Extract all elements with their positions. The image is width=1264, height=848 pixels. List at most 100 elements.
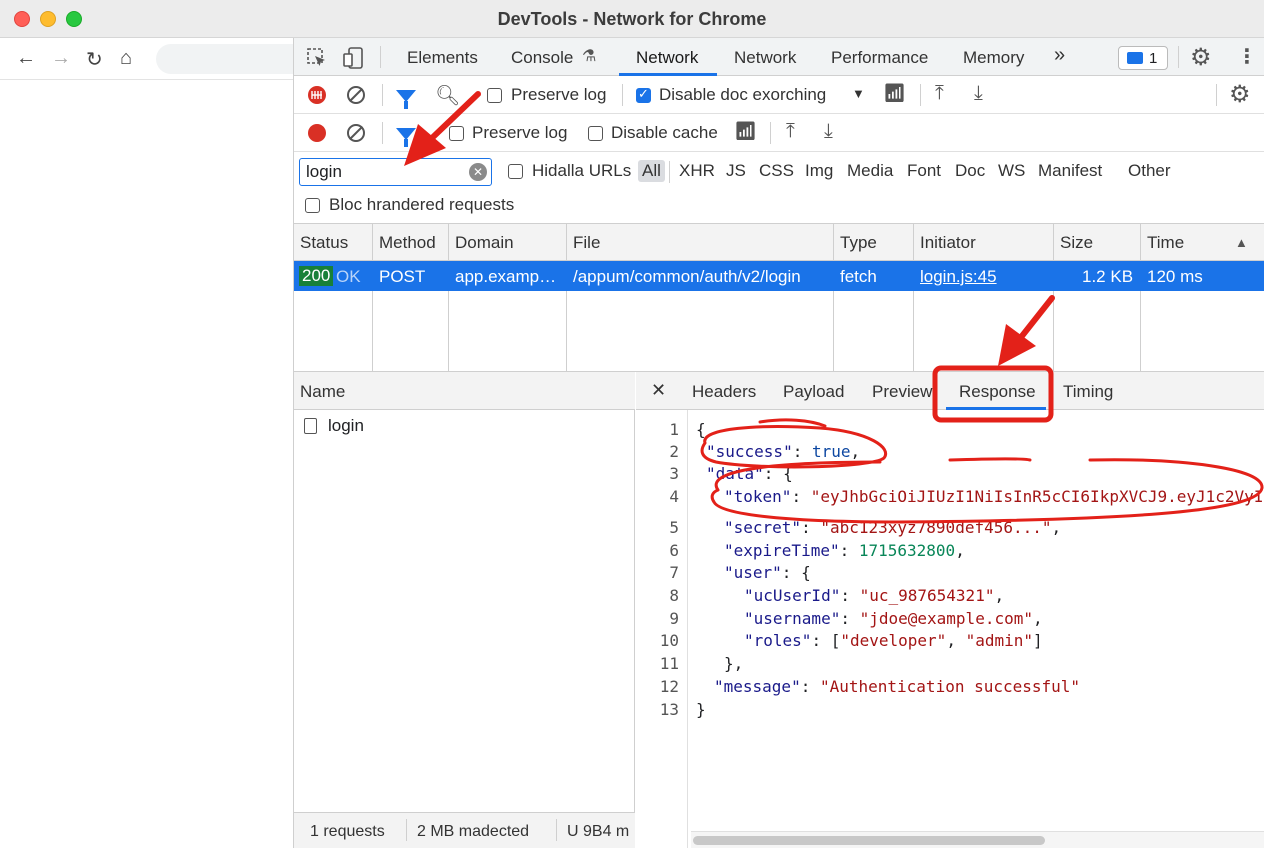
code-line: "message": "Authentication successful"	[714, 677, 1081, 696]
separator	[669, 161, 670, 183]
search-icon[interactable]: 🔍︎	[435, 83, 460, 108]
type-filter-css[interactable]: CSS	[757, 161, 796, 181]
json-value: "uc_987654321"	[859, 586, 995, 605]
record-icon[interactable]	[306, 84, 328, 106]
disable-cache-label: Disable doc exorching	[659, 85, 827, 104]
tab-timing[interactable]: Timing	[1063, 382, 1113, 402]
throttling-dropdown[interactable]: ▼	[852, 86, 865, 101]
type-filter-doc[interactable]: Doc	[953, 161, 987, 181]
window-title: DevTools - Network for Chrome	[497, 9, 767, 29]
name-column-header[interactable]: Name	[300, 382, 345, 402]
back-arrow-icon[interactable]: ←	[16, 47, 36, 70]
code-line: "secret": "abc123xyz7890def456...",	[724, 518, 1062, 537]
more-tabs-icon[interactable]: »	[1054, 44, 1065, 67]
json-value: "jdoe@example.com"	[859, 609, 1033, 628]
clear-icon[interactable]	[347, 124, 365, 142]
col-domain[interactable]: Domain	[455, 233, 514, 253]
brace: {	[696, 420, 706, 439]
filter-input[interactable]	[299, 158, 492, 186]
col-status[interactable]: Status	[300, 233, 348, 253]
forward-arrow-icon[interactable]: →	[51, 47, 71, 70]
horizontal-scrollbar[interactable]	[691, 831, 1264, 848]
type-filter-other[interactable]: Other	[1126, 161, 1173, 181]
request-time: 120 ms	[1147, 267, 1203, 286]
hide-data-urls-checkbox[interactable]	[508, 164, 523, 179]
blocked-requests-checkbox[interactable]	[305, 198, 320, 213]
table-row[interactable]: 200 OK POST app.examp… /appum/common/aut…	[294, 261, 1264, 291]
tab-preview[interactable]: Preview	[872, 382, 932, 402]
initiator-link[interactable]: login.js:45	[920, 267, 997, 287]
device-toolbar-icon[interactable]	[342, 46, 364, 70]
type-filter-xhr[interactable]: XHR	[677, 161, 717, 181]
filter-icon[interactable]	[396, 128, 416, 147]
separator	[920, 84, 921, 106]
brace: },	[724, 654, 744, 673]
tab-response[interactable]: Response	[959, 382, 1036, 402]
issues-badge[interactable]: 1	[1118, 46, 1168, 70]
filter-icon[interactable]	[396, 90, 416, 109]
file-icon	[304, 418, 317, 434]
network-conditions-icon[interactable]: 📶︎	[883, 83, 906, 104]
separator	[406, 819, 407, 841]
json-key: "message"	[714, 677, 801, 696]
json-key: "ucUserId"	[744, 586, 841, 605]
type-filter-manifest[interactable]: Manifest	[1036, 161, 1104, 181]
tab-payload[interactable]: Payload	[783, 382, 844, 402]
reload-icon[interactable]: ↻	[86, 47, 103, 72]
gear-icon[interactable]: ⚙	[1190, 43, 1212, 72]
col-file[interactable]: File	[573, 233, 600, 253]
disable-cache-checkbox[interactable]	[636, 86, 651, 103]
line-number: 3	[669, 464, 679, 483]
tab-network-2[interactable]: Network	[734, 48, 796, 68]
tab-console[interactable]: Console	[511, 48, 573, 68]
code-line: "ucUserId": "uc_987654321",	[744, 586, 1005, 605]
type-filter-js[interactable]: JS	[724, 161, 748, 181]
transferred-size: 2 MB mаdected	[417, 823, 530, 840]
network-settings-gear-icon[interactable]: ⚙	[1229, 80, 1251, 109]
request-type: fetch	[840, 267, 877, 286]
scrollbar-thumb[interactable]	[693, 836, 1045, 845]
tab-memory[interactable]: Memory	[963, 48, 1024, 68]
close-detail-icon[interactable]: ✕	[651, 380, 666, 401]
code-line: }	[696, 700, 706, 719]
home-icon[interactable]: ⌂	[120, 47, 132, 70]
separator	[1178, 46, 1179, 68]
json-key: "token"	[724, 487, 792, 506]
preserve-log-label: Preserve log	[511, 85, 607, 104]
col-method[interactable]: Method	[379, 233, 436, 253]
network-conditions-icon[interactable]: 📶︎	[734, 121, 757, 142]
json-key: "user"	[724, 563, 782, 582]
line-number: 5	[669, 518, 679, 537]
disable-cache-checkbox-2[interactable]	[588, 126, 603, 141]
network-toolbar-2: Preserve log Disable cache 📶︎ ⤒ ⤓	[294, 114, 1264, 152]
import-har-icon[interactable]: ⤒	[935, 82, 944, 105]
col-type[interactable]: Type	[840, 233, 877, 253]
preserve-log-checkbox[interactable]	[487, 88, 502, 103]
export-har-icon[interactable]: ⤓	[974, 82, 983, 105]
inspect-element-icon[interactable]	[306, 47, 328, 69]
type-filter-all[interactable]: All	[638, 160, 665, 182]
clear-filter-icon[interactable]: ✕	[469, 163, 487, 181]
type-filter-font[interactable]: Font	[905, 161, 943, 181]
tab-performance[interactable]: Performance	[831, 48, 928, 68]
import-har-icon[interactable]: ⤒	[786, 120, 795, 143]
type-filter-img[interactable]: Img	[803, 161, 835, 181]
col-initiator[interactable]: Initiator	[920, 233, 976, 253]
tab-network[interactable]: Network	[636, 48, 698, 68]
json-key: "username"	[744, 609, 841, 628]
clear-icon[interactable]	[347, 86, 365, 104]
preserve-log-checkbox-2[interactable]	[449, 126, 464, 141]
request-size: 1.2 KB	[1082, 267, 1134, 286]
record-button[interactable]	[308, 124, 326, 142]
tab-elements[interactable]: Elements	[407, 48, 478, 68]
type-filter-media[interactable]: Media	[845, 161, 895, 181]
type-filter-ws[interactable]: WS	[996, 161, 1027, 181]
col-size[interactable]: Size	[1060, 233, 1093, 253]
export-har-icon[interactable]: ⤓	[824, 120, 833, 143]
tab-headers[interactable]: Headers	[692, 382, 756, 402]
detail-tabbar: ✕ Headers Payload Preview Response Timin…	[636, 372, 1264, 410]
requests-table-header: Status Method Domain File Type Initiator…	[294, 224, 1264, 261]
kebab-menu-icon[interactable]: ⋮	[1237, 44, 1257, 69]
json-value: "admin"	[965, 631, 1034, 650]
col-time[interactable]: Time	[1147, 233, 1184, 253]
